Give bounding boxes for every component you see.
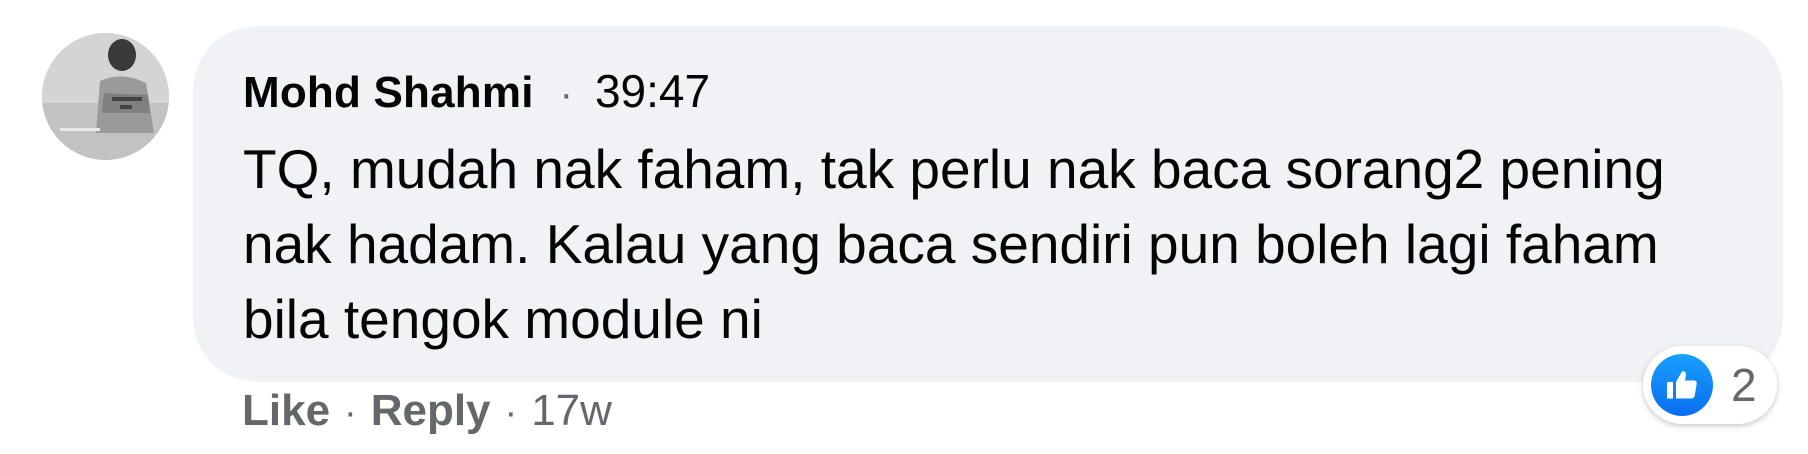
comment-actions: Like · Reply · 17w — [242, 386, 612, 436]
avatar[interactable] — [42, 33, 169, 160]
video-timestamp[interactable]: 39:47 — [595, 64, 710, 118]
comment-text: TQ, mudah nak faham, tak perlu nak baca … — [243, 138, 1665, 350]
user-photo-icon — [42, 33, 169, 160]
reactions-summary[interactable]: 2 — [1643, 346, 1777, 424]
comment-header: Mohd Shahmi · 39:47 — [243, 64, 710, 118]
comment-age[interactable]: 17w — [531, 386, 612, 436]
comment-bubble: Mohd Shahmi · 39:47 TQ, mudah nak faham,… — [193, 26, 1783, 382]
reply-button[interactable]: Reply — [371, 386, 491, 436]
header-separator: · — [559, 72, 573, 116]
reaction-count: 2 — [1731, 359, 1757, 411]
action-separator: · — [504, 392, 518, 434]
like-button[interactable]: Like — [242, 386, 330, 436]
thumbs-up-icon — [1651, 354, 1713, 416]
comment-container: Mohd Shahmi · 39:47 TQ, mudah nak faham,… — [0, 0, 1808, 454]
author-name[interactable]: Mohd Shahmi — [243, 68, 534, 118]
action-separator: · — [344, 392, 357, 434]
